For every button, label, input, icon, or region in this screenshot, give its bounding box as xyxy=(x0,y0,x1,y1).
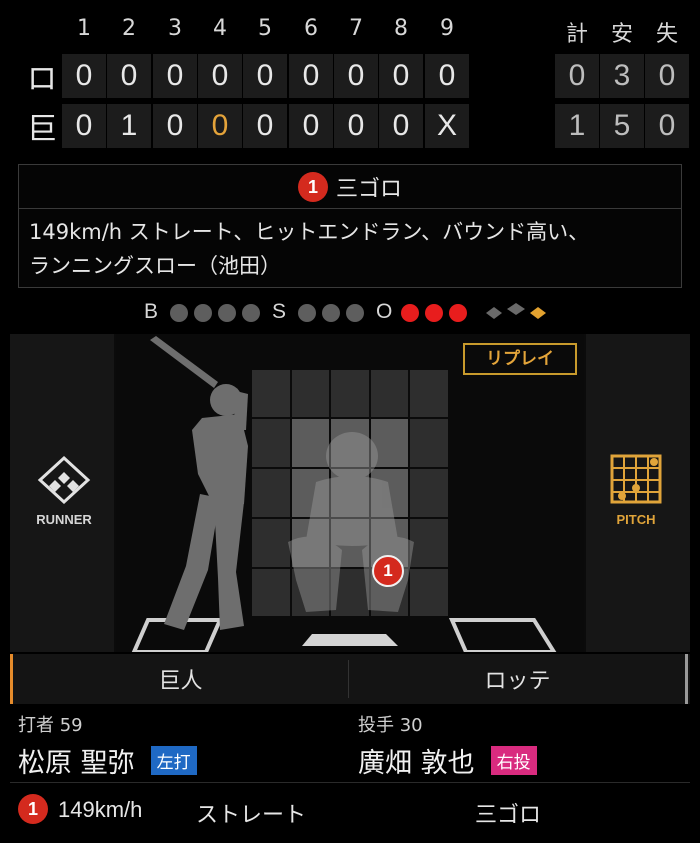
pitch-label: PITCH xyxy=(616,512,656,527)
pitch-grid-icon xyxy=(610,454,662,504)
errors-header: 失 xyxy=(655,22,678,47)
ball-dot xyxy=(218,304,236,322)
inning-header: 7 xyxy=(349,16,363,41)
tab-home-team[interactable]: 巨人 xyxy=(10,654,348,704)
outs-label: O xyxy=(376,300,393,323)
score-cell-current: 0 xyxy=(198,104,242,148)
total-hits: 5 xyxy=(600,104,644,148)
play-number-badge: 1 xyxy=(297,171,328,202)
pitch-button[interactable]: PITCH xyxy=(588,454,684,527)
score-cell: 0 xyxy=(153,104,197,148)
team-tabs: 巨人 ロッテ xyxy=(10,654,690,704)
pitcher-info: 投手 30 廣畑 敦也 右投 xyxy=(350,705,688,779)
count-indicator: B S O xyxy=(0,300,700,328)
pitcher-role: 投手 30 xyxy=(358,715,423,736)
strike-dot xyxy=(346,304,364,322)
score-cell: 0 xyxy=(379,104,423,148)
batter-hand-badge: 左打 xyxy=(150,746,197,775)
home-team-abbr: 巨 xyxy=(27,112,57,147)
score-cell: 0 xyxy=(425,54,469,98)
score-cell: X xyxy=(425,104,469,148)
play-description: 149km/h ストレート、ヒットエンドラン、バウンド高い、 ランニングスロー（… xyxy=(19,209,681,289)
pitch-number-badge: 1 xyxy=(18,794,48,824)
total-runs: 1 xyxy=(555,104,599,148)
diamond-icon xyxy=(37,455,91,505)
strike-zone-panel: 1 xyxy=(116,334,584,652)
runner-label: RUNNER xyxy=(36,512,92,527)
score-cell: 0 xyxy=(153,54,197,98)
score-cell: 0 xyxy=(289,54,333,98)
play-header: 1 三ゴロ xyxy=(19,165,681,209)
out-dot xyxy=(449,304,467,322)
play-detail: 1 三ゴロ 149km/h ストレート、ヒットエンドラン、バウンド高い、 ランニ… xyxy=(18,164,682,288)
balls-label: B xyxy=(144,300,159,323)
batter-info: 打者 59 松原 聖弥 左打 xyxy=(10,705,348,779)
score-cell: 0 xyxy=(289,104,333,148)
strike-dot xyxy=(298,304,316,322)
total-runs: 0 xyxy=(555,54,599,98)
strike-dot xyxy=(322,304,340,322)
score-cell: 0 xyxy=(62,54,106,98)
inning-header: 1 xyxy=(77,16,91,41)
inning-header: 5 xyxy=(258,16,272,41)
away-team-abbr: ロ xyxy=(27,62,57,97)
pitch-location-marker: 1 xyxy=(372,555,404,587)
hits-header: 安 xyxy=(610,22,633,47)
total-runs-header: 計 xyxy=(565,22,588,47)
catcher-silhouette xyxy=(288,432,414,612)
ball-dot xyxy=(242,304,260,322)
bases-icon xyxy=(486,303,546,319)
pitch-speed: 149km/h xyxy=(58,797,143,822)
total-errors: 0 xyxy=(645,104,689,148)
inning-header: 8 xyxy=(394,16,408,41)
inning-header: 4 xyxy=(213,16,227,41)
out-dot xyxy=(425,304,443,322)
scoreboard: 1 2 3 4 5 6 7 8 9 計 安 失 ロ 0 0 0 0 0 0 0 … xyxy=(0,0,700,160)
pitch-type: ストレート xyxy=(196,803,307,828)
batter-silhouette xyxy=(150,336,248,630)
ball-dot xyxy=(170,304,188,322)
score-cell: 1 xyxy=(107,104,151,148)
score-cell: 0 xyxy=(243,54,287,98)
play-description-line: ランニングスロー（池田） xyxy=(29,254,281,278)
pitch-log-row[interactable]: 1 149km/h ストレート 三ゴロ xyxy=(10,782,690,836)
out-dot xyxy=(401,304,419,322)
ball-dot xyxy=(194,304,212,322)
replay-button[interactable]: リプレイ xyxy=(463,343,577,375)
runner-button[interactable]: RUNNER xyxy=(16,454,112,527)
matchup: 打者 59 松原 聖弥 左打 投手 30 廣畑 敦也 右投 xyxy=(10,705,690,779)
total-errors: 0 xyxy=(645,54,689,98)
total-hits: 3 xyxy=(600,54,644,98)
pitcher-name[interactable]: 廣畑 敦也 xyxy=(358,741,475,780)
inning-header: 3 xyxy=(168,16,182,41)
score-cell: 0 xyxy=(107,54,151,98)
batter-role: 打者 59 xyxy=(18,715,83,736)
score-cell: 0 xyxy=(198,54,242,98)
inning-header: 2 xyxy=(122,16,136,41)
tab-away-team[interactable]: ロッテ xyxy=(350,654,688,704)
play-result: 三ゴロ xyxy=(335,176,402,202)
play-description-line: 149km/h ストレート、ヒットエンドラン、バウンド高い、 xyxy=(29,220,590,244)
score-cell: 0 xyxy=(379,54,423,98)
tab-divider xyxy=(348,660,349,698)
pitcher-hand-badge: 右投 xyxy=(490,746,537,775)
inning-header: 6 xyxy=(304,16,318,41)
score-cell: 0 xyxy=(334,54,378,98)
score-cell: 0 xyxy=(334,104,378,148)
inning-header: 9 xyxy=(440,16,454,41)
batter-name[interactable]: 松原 聖弥 xyxy=(18,741,135,780)
pitch-result: 三ゴロ xyxy=(475,803,542,828)
score-cell: 0 xyxy=(243,104,287,148)
score-cell: 0 xyxy=(62,104,106,148)
pitch-field: RUNNER 1 リプレイ PITCH xyxy=(10,334,690,652)
strikes-label: S xyxy=(272,300,287,323)
